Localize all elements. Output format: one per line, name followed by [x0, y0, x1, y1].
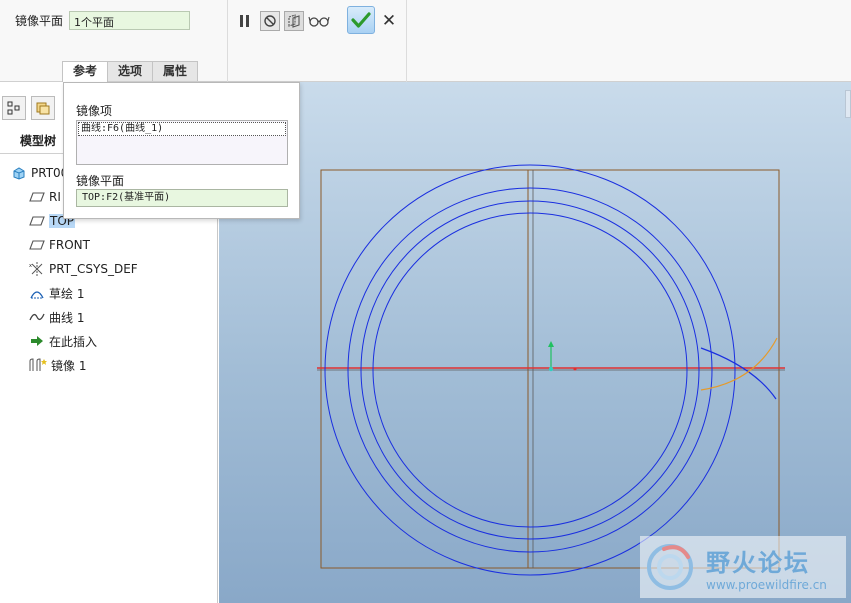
tab-properties[interactable]: 属性	[152, 61, 199, 81]
curve-icon	[28, 309, 46, 325]
forum-logo-icon	[647, 544, 693, 590]
tree-item-label: 曲线 1	[49, 310, 85, 325]
svg-text:x: x	[29, 263, 32, 269]
folder-browser-tab-icon[interactable]	[31, 96, 55, 120]
tree-item-csys[interactable]: x PRT_CSYS_DEF	[28, 259, 138, 279]
insert-arrow-icon	[28, 333, 46, 349]
model-tree-tab-icon[interactable]	[2, 96, 26, 120]
tree-item-part[interactable]: PRT00	[10, 163, 68, 183]
watermark-url: www.proewildfire.cn	[706, 577, 827, 592]
mirror-item-entry[interactable]: 曲线:F6(曲线_1)	[78, 122, 286, 136]
checkmark-icon	[351, 12, 371, 28]
tab-options[interactable]: 选项	[107, 61, 154, 81]
forum-watermark: 野火论坛 www.proewildfire.cn	[640, 536, 846, 598]
mirror-plane-collector[interactable]: 1个平面	[69, 11, 190, 30]
mirror-dashboard: 镜像平面 1个平面 ✕ 参考 选项 属性	[0, 0, 851, 82]
graphics-window[interactable]: 野火论坛 www.proewildfire.cn	[219, 82, 851, 603]
tree-item-right-plane[interactable]: RI	[28, 187, 61, 207]
glasses-icon[interactable]	[308, 11, 330, 31]
part-icon	[10, 165, 28, 181]
tree-item-mirror[interactable]: 镜像 1	[28, 355, 86, 375]
tree-item-sketch[interactable]: 草绘 1	[28, 283, 84, 303]
stop-icon[interactable]	[260, 11, 280, 31]
model-tree-title: 模型树	[20, 134, 57, 148]
datum-plane-icon	[28, 237, 46, 253]
cancel-button[interactable]: ✕	[380, 10, 398, 32]
datum-plane-icon	[28, 213, 46, 229]
close-icon: ✕	[381, 11, 397, 31]
tree-item-label: 草绘 1	[49, 286, 85, 301]
pause-icon[interactable]	[238, 11, 250, 31]
watermark-title: 野火论坛	[706, 548, 810, 577]
dashboard-divider	[406, 0, 407, 82]
references-panel: 镜像项 曲线:F6(曲线_1) 镜像平面 TOP:F2(基准平面)	[63, 82, 300, 219]
tree-item-label: PRT_CSYS_DEF	[49, 262, 138, 276]
tree-item-curve[interactable]: 曲线 1	[28, 307, 84, 327]
csys-origin	[548, 366, 554, 372]
tree-item-front-plane[interactable]: FRONT	[28, 235, 90, 255]
dashboard-divider	[227, 0, 228, 82]
ok-button[interactable]	[347, 6, 375, 34]
csys-x-point	[573, 367, 577, 371]
tree-item-label: RI	[49, 190, 61, 204]
mirror-plane-label: 镜像平面	[15, 14, 64, 28]
dashboard-tabs: 参考 选项 属性	[62, 61, 199, 82]
csys-icon: x	[28, 261, 46, 277]
mirror-items-label: 镜像项	[76, 104, 113, 118]
mirror-items-collector[interactable]: 曲线:F6(曲线_1)	[76, 120, 288, 165]
mirror-plane-label: 镜像平面	[76, 174, 125, 188]
model-geometry	[317, 164, 785, 576]
tree-item-insert-here[interactable]: 在此插入	[28, 331, 97, 351]
datum-plane-icon	[28, 189, 46, 205]
preview-icon[interactable]	[284, 11, 304, 31]
csys-y-arrow	[548, 341, 554, 347]
tree-item-label: FRONT	[49, 238, 90, 252]
sketch-icon	[28, 285, 46, 301]
tree-item-label: 在此插入	[49, 334, 98, 349]
mirror-plane-reference[interactable]: TOP:F2(基准平面)	[76, 189, 288, 207]
tab-references[interactable]: 参考	[62, 61, 109, 82]
tree-item-label: 镜像 1	[51, 358, 87, 373]
mirror-icon	[28, 357, 48, 373]
